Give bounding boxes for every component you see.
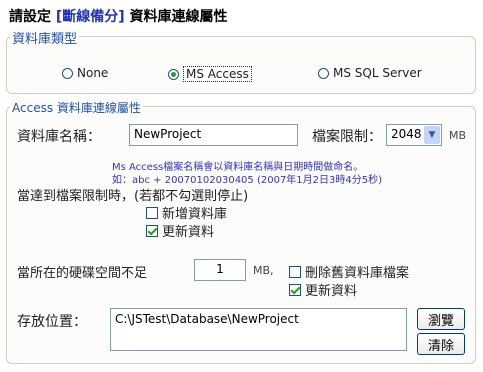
title-highlight: [斷線備分] (55, 9, 125, 25)
radio-ms-access-dot[interactable] (168, 68, 179, 80)
location-input[interactable]: C:\JSTest\Database\NewProject (110, 308, 407, 351)
radio-none-dot[interactable] (62, 67, 73, 79)
disk-space-input[interactable]: 1 (194, 259, 246, 281)
new-db-checkbox-box[interactable] (146, 206, 158, 219)
file-limit-label: 檔案限制： (312, 129, 382, 145)
title-prefix: 請設定 (9, 9, 51, 25)
radio-ms-access-label: MS Access (183, 66, 252, 82)
db-name-label: 資料庫名稱： (17, 129, 101, 145)
page-title: 請設定 [斷線備分] 資料庫連線屬性 (9, 6, 228, 26)
file-limit-value: 2048 (391, 127, 422, 141)
file-limit-unit: MB (449, 129, 467, 142)
limit-reached-label: 當達到檔案限制時，(若都不勾選則停止) (17, 189, 249, 204)
radio-none-label: None (77, 66, 109, 80)
disk-low-label: 當所在的硬碟空間不足 (17, 266, 148, 281)
new-db-label: 新增資料庫 (162, 207, 228, 222)
update-checkbox[interactable]: 更新資料 (146, 221, 214, 240)
file-limit-select[interactable]: 2048 ▼ (386, 124, 442, 146)
location-label: 存放位置： (17, 314, 87, 330)
update-checkbox-box[interactable] (146, 224, 158, 237)
hint-line-2: 如：abc + 20070102030405 (2007年1月2日3時4分5秒) (112, 175, 383, 186)
update-label: 更新資料 (162, 225, 215, 240)
db-type-legend: 資料庫類型 (10, 28, 80, 47)
radio-ms-sql-server[interactable]: MS SQL Server (318, 66, 422, 80)
radio-ms-sql-server-label: MS SQL Server (333, 66, 422, 80)
disk-space-unit: MB, (253, 264, 274, 277)
radio-none[interactable]: None (62, 66, 108, 80)
db-name-input[interactable]: NewProject (129, 124, 298, 146)
chevron-down-icon[interactable]: ▼ (424, 126, 440, 144)
clear-button[interactable]: 清除 (417, 333, 465, 355)
radio-ms-sql-server-dot[interactable] (318, 67, 329, 79)
delete-old-checkbox[interactable]: 刪除舊資料庫檔案 (289, 262, 409, 281)
title-suffix: 資料庫連線屬性 (129, 9, 228, 25)
radio-ms-access[interactable]: MS Access (168, 66, 252, 82)
update2-checkbox[interactable]: 更新資料 (289, 280, 357, 299)
delete-old-checkbox-box[interactable] (289, 265, 301, 278)
update2-checkbox-box[interactable] (289, 283, 301, 296)
delete-old-label: 刪除舊資料庫檔案 (305, 266, 410, 281)
update2-label: 更新資料 (305, 284, 358, 299)
new-db-checkbox[interactable]: 新增資料庫 (146, 203, 227, 222)
access-props-legend: Access 資料庫連線屬性 (10, 99, 143, 116)
browse-button[interactable]: 瀏覽 (417, 308, 465, 330)
